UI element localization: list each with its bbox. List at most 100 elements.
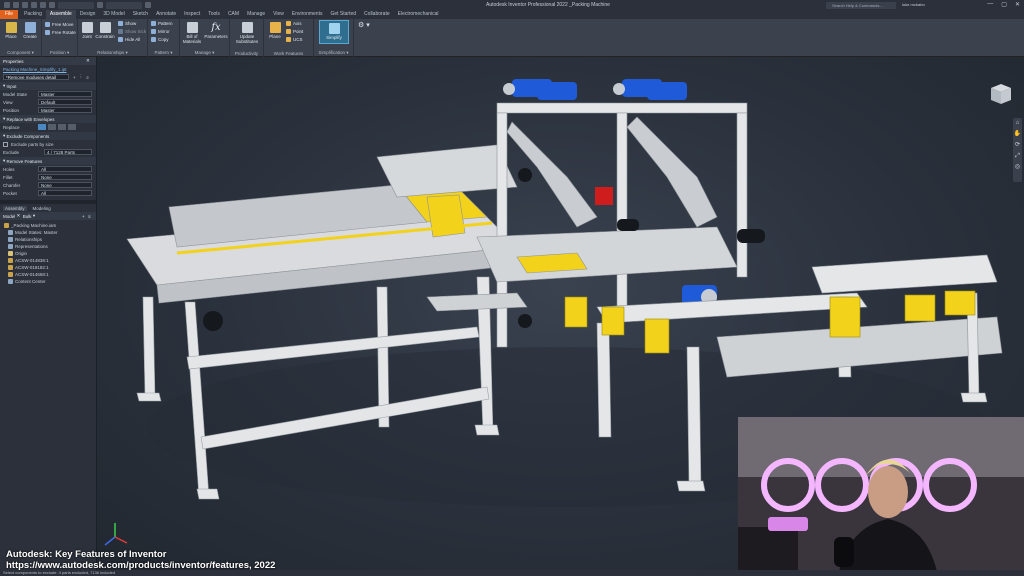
- tab-design[interactable]: Design: [76, 10, 100, 19]
- group-label[interactable]: Manage ▾: [180, 50, 229, 56]
- update-substitutes-button[interactable]: Update Substitutes: [232, 22, 262, 44]
- point-button[interactable]: Point: [286, 29, 303, 34]
- tab-sketch[interactable]: Sketch: [129, 10, 152, 19]
- holes-select[interactable]: All: [38, 166, 92, 172]
- browser-item-component[interactable]: ACSW-014838:1: [4, 257, 96, 264]
- pattern-button[interactable]: Pattern: [151, 21, 173, 26]
- position-select[interactable]: Master: [38, 107, 92, 113]
- show-button[interactable]: Show: [118, 21, 136, 26]
- browser-item-origin[interactable]: Origin: [4, 250, 96, 257]
- group-label[interactable]: Pattern ▾: [148, 50, 179, 56]
- panel-close-icon[interactable]: ✕: [86, 58, 90, 64]
- appearance-dropdown[interactable]: [106, 1, 142, 9]
- group-label[interactable]: Component ▾: [0, 50, 41, 56]
- chamfer-select[interactable]: None: [38, 182, 92, 188]
- bill-of-materials-button[interactable]: Bill of Materials: [181, 22, 203, 44]
- redo-icon[interactable]: [40, 2, 46, 8]
- envelopes-section[interactable]: ▾ Replace with Envelopes: [0, 115, 96, 123]
- tab-3d-model[interactable]: 3D Model: [99, 10, 128, 19]
- exclude-select[interactable]: 4 / 7128 Parts: [44, 149, 92, 155]
- group-label[interactable]: Productivity: [230, 51, 263, 56]
- exclude-checkbox[interactable]: [3, 141, 8, 147]
- remove-features-section[interactable]: ▾ Remove Features: [0, 157, 96, 165]
- axis-button[interactable]: Axis: [286, 21, 302, 26]
- undo-icon[interactable]: [31, 2, 37, 8]
- free-move-button[interactable]: Free Move: [45, 22, 74, 27]
- chamfer-row: Chamfer None: [0, 181, 96, 189]
- browser-item-relationships[interactable]: Relationships: [4, 236, 96, 243]
- tab-collaborate[interactable]: Collaborate: [360, 10, 394, 19]
- tab-cam[interactable]: CAM: [224, 10, 243, 19]
- copy-button[interactable]: Copy: [151, 37, 169, 42]
- tab-packing[interactable]: Packing: [20, 10, 46, 19]
- add-preset-icon[interactable]: +: [73, 75, 76, 80]
- tab-file[interactable]: File: [0, 10, 19, 19]
- ucs-button[interactable]: UCS: [286, 37, 303, 42]
- browser-item-model-states[interactable]: Model States: Master: [4, 229, 96, 236]
- tab-tools[interactable]: Tools: [204, 10, 224, 19]
- group-label[interactable]: Work Features: [264, 51, 313, 56]
- replace-option-icon[interactable]: [48, 124, 56, 130]
- help-search-input[interactable]: Search Help & Commands...: [826, 2, 896, 9]
- browser-item-component[interactable]: ACSW-014668:1: [4, 271, 96, 278]
- hide-all-button[interactable]: Hide All: [118, 37, 140, 42]
- appearance-icon[interactable]: [97, 2, 103, 8]
- minimize-button[interactable]: —: [987, 1, 993, 8]
- maximize-button[interactable]: ▢: [1001, 1, 1007, 8]
- group-label[interactable]: Simplification ▾: [314, 50, 353, 56]
- browser-item-representations[interactable]: Representations: [4, 243, 96, 250]
- view-select[interactable]: Default: [38, 99, 92, 105]
- save-icon[interactable]: [22, 2, 28, 8]
- input-section[interactable]: ▾ Input: [0, 82, 96, 90]
- replace-option-icon[interactable]: [38, 124, 46, 130]
- more-options-icon[interactable]: ⋮: [79, 74, 84, 80]
- browser-item-content-center[interactable]: Content Center: [4, 278, 96, 285]
- tab-assembly[interactable]: Assembly: [3, 205, 27, 211]
- tab-annotate[interactable]: Annotate: [152, 10, 180, 19]
- new-icon[interactable]: [4, 2, 10, 8]
- replace-option-icon[interactable]: [68, 124, 76, 130]
- create-button[interactable]: Create: [21, 22, 39, 39]
- tab-view[interactable]: View: [269, 10, 288, 19]
- mirror-button[interactable]: Mirror: [151, 29, 170, 34]
- replace-option-icon[interactable]: [58, 124, 66, 130]
- menu-icon[interactable]: ≡: [86, 75, 89, 80]
- show-sick-button[interactable]: Show Sick: [118, 29, 146, 34]
- parameters-button[interactable]: fx Parameters: [204, 22, 228, 39]
- browser-root[interactable]: _Packing Machine.iam: [4, 222, 96, 229]
- browser-add-icon[interactable]: +: [82, 214, 85, 219]
- tab-environments[interactable]: Environments: [288, 10, 327, 19]
- tab-get-started[interactable]: Get Started: [326, 10, 360, 19]
- tab-modeling[interactable]: Modeling: [33, 206, 51, 211]
- free-rotate-button[interactable]: Free Rotate: [45, 30, 76, 35]
- tab-electromechanical[interactable]: Electromechanical: [394, 10, 443, 19]
- select-icon[interactable]: [49, 2, 55, 8]
- tab-inspect[interactable]: Inspect: [180, 10, 204, 19]
- tab-manage[interactable]: Manage: [243, 10, 269, 19]
- tab-assemble[interactable]: Assemble: [45, 10, 76, 19]
- browser-item-component[interactable]: ACSW-018182:1: [4, 264, 96, 271]
- viewcube-icon[interactable]: [987, 80, 1014, 107]
- open-icon[interactable]: [13, 2, 19, 8]
- fillet-select[interactable]: None: [38, 174, 92, 180]
- document-link[interactable]: Packing Machine_Simplify_1.ipt: [0, 65, 96, 73]
- browser-menu-icon[interactable]: ≡: [88, 214, 91, 219]
- material-dropdown[interactable]: [58, 1, 94, 9]
- pocket-select[interactable]: All: [38, 190, 92, 196]
- settings-icon[interactable]: [145, 2, 151, 8]
- simplify-button[interactable]: Simplify: [319, 20, 349, 44]
- exclude-section[interactable]: ▾ Exclude Components: [0, 132, 96, 140]
- group-label[interactable]: Relationships ▾: [78, 50, 147, 56]
- user-account[interactable]: luke.mcbabo: [902, 2, 925, 7]
- joint-button[interactable]: Joint: [80, 22, 94, 39]
- preset-dropdown[interactable]: *Remove moduses detail: [3, 74, 69, 80]
- group-label[interactable]: Position ▾: [42, 50, 77, 56]
- constrain-button[interactable]: Constrain: [94, 22, 116, 39]
- close-button[interactable]: ✕: [1015, 1, 1020, 8]
- model-state-select[interactable]: Master: [38, 91, 92, 97]
- nav-icons[interactable]: ⌂ ✋ ⟳ ⤢ ◎: [1013, 118, 1022, 173]
- place-button[interactable]: Place: [3, 22, 19, 39]
- ribbon-options-icon[interactable]: ⚙ ▾: [358, 21, 370, 29]
- navigation-bar[interactable]: ⌂ ✋ ⟳ ⤢ ◎: [1013, 118, 1022, 182]
- plane-button[interactable]: Plane: [266, 22, 284, 39]
